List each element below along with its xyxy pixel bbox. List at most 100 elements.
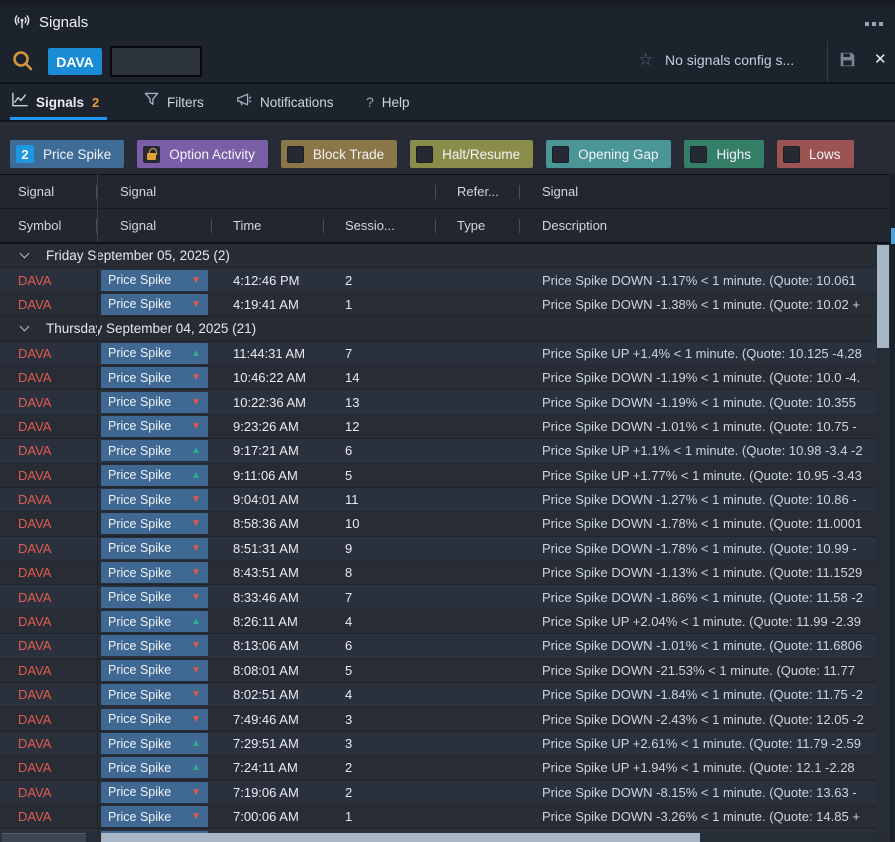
tab-notifications[interactable]: Notifications	[236, 84, 334, 120]
up-arrow-icon: ▲	[191, 738, 201, 749]
signal-row[interactable]: DAVA Price Spike ▼ 8:51:31 AM 9 Price Spike D…	[0, 536, 876, 562]
type-cell	[436, 561, 520, 584]
tab-signals[interactable]: Signals 2	[12, 84, 99, 120]
filter-chip-price-spike[interactable]: 2 Price Spike	[10, 140, 125, 168]
time-cell: 8:02:51 AM	[233, 687, 299, 703]
signal-row[interactable]: DAVA Price Spike ▲ 7:29:51 AM 3 Price Spike U…	[0, 731, 876, 757]
filter-checkbox[interactable]	[286, 145, 304, 163]
down-arrow-icon: ▼	[191, 396, 201, 408]
signal-badge-label: Price Spike	[108, 712, 172, 727]
time-cell: 8:43:51 AM	[233, 565, 299, 581]
session-cell: 11	[345, 492, 359, 508]
signal-badge: Price Spike ▼	[101, 269, 208, 291]
column-header-symbol[interactable]: Symbol	[0, 209, 97, 242]
time-cell: 4:12:46 PM	[233, 272, 300, 288]
type-cell	[436, 439, 520, 462]
signal-row[interactable]: DAVA Price Spike ▼ 8:13:06 AM 6 Price Spike D…	[0, 634, 876, 659]
vertical-scrollbar-thumb[interactable]	[877, 245, 889, 348]
symbol-cell: DAVA	[18, 370, 52, 386]
signal-row[interactable]: DAVA Price Spike ▼ 7:49:46 AM 3 Price Spike D…	[0, 707, 876, 732]
column-header-type[interactable]: Type	[436, 209, 520, 242]
group-header-cell[interactable]: Signal	[97, 175, 436, 208]
symbol-cell: DAVA	[18, 394, 52, 410]
funnel-icon	[144, 92, 159, 112]
close-icon[interactable]: ✕	[874, 50, 887, 68]
symbol-chip[interactable]: DAVA	[48, 48, 102, 75]
signal-cell: Price Spike ▼	[97, 634, 212, 657]
column-header-time[interactable]: Time	[212, 209, 324, 242]
filter-checkbox[interactable]	[552, 145, 570, 163]
filter-checkbox[interactable]	[690, 145, 708, 163]
session-cell: 12	[345, 418, 360, 434]
signal-row[interactable]: DAVA Price Spike ▼ 8:02:51 AM 4 Price Spike D…	[0, 683, 876, 708]
column-header-signal[interactable]: Signal	[97, 209, 212, 242]
signal-badge: Price Spike ▼	[101, 415, 208, 437]
filter-chip-option-activity[interactable]: Option Activity	[137, 140, 268, 168]
date-group-row[interactable]: Thursday September 04, 2025 (21)	[0, 317, 876, 342]
horizontal-scrollbar-thumb[interactable]	[101, 833, 700, 842]
signal-badge-label: Price Spike	[108, 419, 172, 434]
tab-help[interactable]: ? Help	[366, 84, 410, 120]
horizontal-scrollbar-left-segment[interactable]	[2, 833, 86, 842]
description-cell: Price Spike UP +2.61% < 1 minute. (Quote…	[542, 736, 861, 751]
filter-chip-block-trade[interactable]: Block Trade	[280, 140, 398, 168]
group-header-cell[interactable]: Signal	[0, 175, 97, 208]
signal-row[interactable]: DAVA Price Spike ▼ 9:04:01 AM 11 Price Spike …	[0, 487, 876, 513]
signal-row[interactable]: DAVA Price Spike ▼ 8:08:01 AM 5 Price Spike D…	[0, 658, 876, 684]
time-cell: 8:08:01 AM	[233, 662, 299, 678]
time-cell: 7:29:51 AM	[233, 736, 299, 751]
symbol-search-input[interactable]	[110, 46, 202, 77]
chevron-down-icon[interactable]	[19, 248, 30, 259]
overflow-menu-button[interactable]	[861, 18, 887, 30]
description-cell: Price Spike DOWN -3.26% < 1 minute. (Quo…	[542, 809, 860, 825]
session-cell: 3	[345, 711, 353, 727]
description-cell: Price Spike DOWN -1.01% < 1 minute. (Quo…	[542, 418, 857, 434]
filter-chip-lows[interactable]: Lows	[776, 140, 854, 168]
filter-chip-halt-resume[interactable]: Halt/Resume	[410, 140, 534, 168]
signal-row[interactable]: DAVA Price Spike ▼ 8:33:46 AM 7 Price Spike D…	[0, 585, 876, 610]
filter-chip-highs[interactable]: Highs	[684, 140, 764, 168]
description-cell: Price Spike DOWN -1.86% < 1 minute. (Quo…	[542, 589, 863, 605]
date-group-row[interactable]: Friday September 05, 2025 (2)	[0, 244, 876, 269]
signal-row[interactable]: DAVA Price Spike ▼ 10:46:22 AM 14 Price Spike…	[0, 365, 876, 391]
favorite-star-icon[interactable]: ☆	[638, 50, 653, 70]
tab-filters[interactable]: Filters	[144, 84, 204, 120]
search-icon	[9, 47, 37, 80]
type-cell	[436, 610, 520, 633]
signal-row[interactable]: DAVA Price Spike ▲ 11:44:31 AM 7 Price Spike …	[0, 341, 876, 366]
filter-checkbox[interactable]	[782, 145, 800, 163]
time-cell: 7:00:06 AM	[233, 809, 299, 825]
signal-row[interactable]: DAVA Price Spike ▼ 4:12:46 PM 2 Price Spike D…	[0, 268, 876, 293]
signal-row[interactable]: DAVA Price Spike ▲ 9:11:06 AM 5 Price Spike U…	[0, 463, 876, 488]
session-cell: 2	[345, 272, 353, 288]
signal-row[interactable]: DAVA Price Spike ▼ 10:22:36 AM 13 Price Spike…	[0, 390, 876, 415]
filter-chip-opening-gap[interactable]: Opening Gap	[546, 140, 672, 168]
tab-signals-count: 2	[92, 94, 100, 110]
description-cell: Price Spike UP +1.1% < 1 minute. (Quote:…	[542, 443, 863, 459]
column-header-description[interactable]: Description	[520, 209, 890, 242]
up-arrow-icon: ▲	[191, 469, 201, 481]
down-arrow-icon: ▼	[191, 298, 201, 310]
signal-row[interactable]: DAVA Price Spike ▼ 9:23:26 AM 12 Price Spike …	[0, 414, 876, 440]
signal-row[interactable]: DAVA Price Spike ▲ 8:26:11 AM 4 Price Spike U…	[0, 609, 876, 635]
filter-checkbox[interactable]	[416, 145, 434, 163]
signal-badge-label: Price Spike	[108, 297, 172, 312]
table-group-header: Signal Signal Refer... Signal	[0, 174, 890, 208]
chevron-down-icon[interactable]	[19, 321, 30, 332]
signal-row[interactable]: DAVA Price Spike ▼ 7:00:06 AM 1 Price Spike D…	[0, 804, 876, 830]
signal-row[interactable]: DAVA Price Spike ▼ 4:19:41 AM 1 Price Spike D…	[0, 292, 876, 318]
signal-row[interactable]: DAVA Price Spike ▲ 9:17:21 AM 6 Price Spike U…	[0, 439, 876, 464]
group-header-cell[interactable]: Refer...	[436, 175, 520, 208]
group-header-cell[interactable]: Signal	[520, 175, 890, 208]
session-cell: 10	[345, 516, 360, 532]
window-right-edge	[890, 174, 895, 842]
column-header-session[interactable]: Sessio...	[324, 209, 436, 242]
signal-cell: Price Spike ▲	[97, 756, 212, 779]
save-icon[interactable]	[839, 51, 856, 73]
signal-row[interactable]: DAVA Price Spike ▼ 8:58:36 AM 10 Price Spike …	[0, 512, 876, 537]
signal-row[interactable]: DAVA Price Spike ▼ 8:43:51 AM 8 Price Spike D…	[0, 561, 876, 586]
signal-row[interactable]: DAVA Price Spike ▼ 7:19:06 AM 2 Price Spike D…	[0, 780, 876, 805]
type-cell	[436, 659, 520, 682]
signal-row[interactable]: DAVA Price Spike ▲ 7:24:11 AM 2 Price Spike U…	[0, 756, 876, 781]
down-arrow-icon: ▼	[191, 372, 201, 384]
